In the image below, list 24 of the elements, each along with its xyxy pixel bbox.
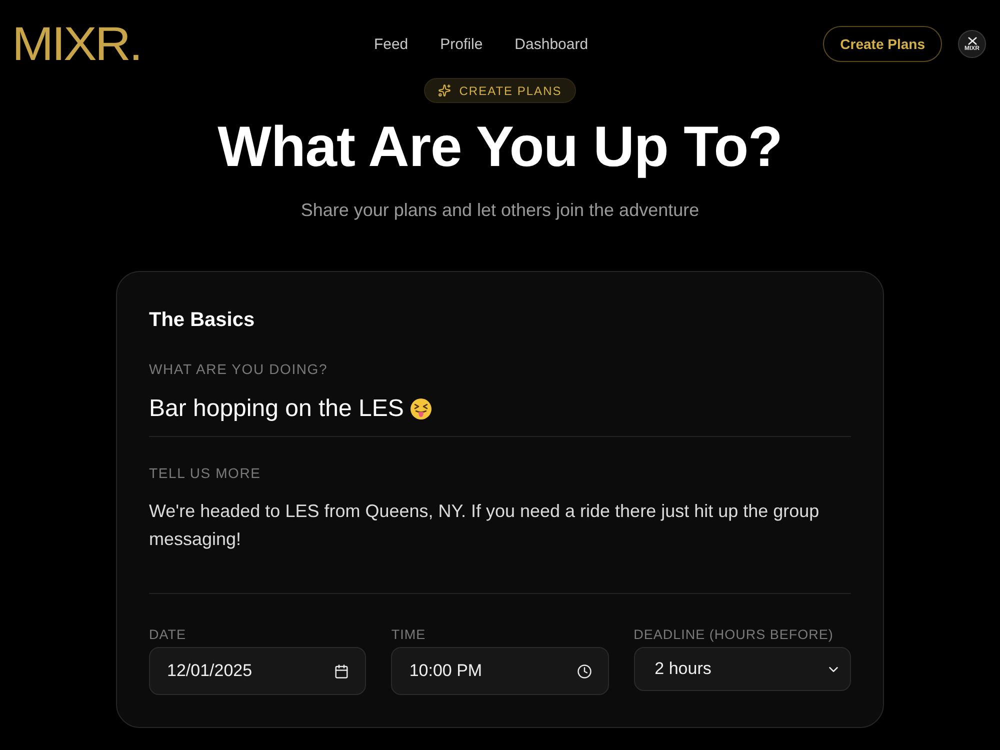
- field-label: TELL US MORE: [149, 464, 261, 482]
- date-field[interactable]: 12/01/2025: [149, 647, 366, 695]
- squinting-tongue-face-icon: [410, 398, 432, 420]
- sparkle-icon: [438, 84, 452, 97]
- field-label: DEADLINE (HOURS BEFORE): [634, 627, 834, 643]
- description-field[interactable]: We're headed to LES from Queens, NY. If you need a ride there just hit up the group messaging!: [149, 497, 851, 553]
- page-subtitle: Share your plans and let others join the adventure: [300, 199, 700, 221]
- calendar-icon: [334, 664, 350, 678]
- badge-label: CREATE PLANS: [459, 84, 562, 98]
- logo[interactable]: MIXR.: [12, 20, 141, 68]
- title-input[interactable]: Bar hopping on the LES: [149, 393, 432, 425]
- field-label: WHAT ARE YOU DOING?: [149, 360, 328, 378]
- deadline-select[interactable]: 2 hours: [634, 647, 851, 691]
- section-title: The Basics: [149, 308, 256, 332]
- time-field[interactable]: 10:00 PM: [391, 647, 609, 695]
- field-label: TIME: [391, 627, 426, 643]
- create-plans-button[interactable]: Create Plans: [823, 26, 942, 62]
- clock-icon: [576, 664, 592, 678]
- nav-link[interactable]: Dashboard: [514, 36, 588, 52]
- cross-icon: [968, 36, 976, 44]
- nav-link[interactable]: Profile: [440, 36, 483, 52]
- page-title: What Are You Up To?: [218, 114, 782, 181]
- field-label: DATE: [149, 627, 186, 643]
- nav-link[interactable]: Feed: [374, 36, 408, 52]
